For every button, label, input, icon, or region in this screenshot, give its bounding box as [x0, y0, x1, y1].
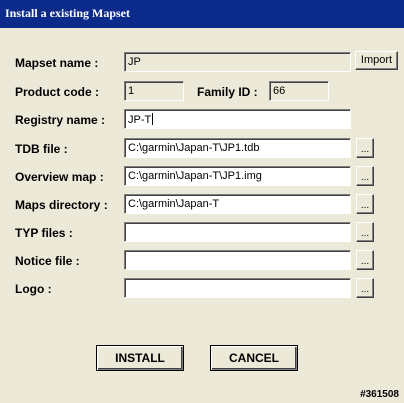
import-button[interactable]: Import — [355, 51, 398, 70]
product-code-field[interactable]: 1 — [124, 81, 184, 101]
overview-map-field[interactable]: C:\garmin\Japan-T\JP1.img — [124, 166, 351, 186]
tdb-file-field[interactable]: C:\garmin\Japan-T\JP1.tdb — [124, 138, 351, 158]
registry-name-value: JP-T — [128, 114, 152, 126]
maps-directory-browse-button[interactable]: ... — [356, 194, 374, 214]
mapset-name-label: Mapset name : — [15, 56, 99, 70]
product-code-label: Product code : — [15, 85, 100, 99]
text-caret — [152, 113, 154, 125]
overview-map-label: Overview map : — [15, 170, 104, 184]
typ-files-field[interactable] — [124, 222, 351, 242]
notice-file-field[interactable] — [124, 250, 351, 270]
typ-files-label: TYP files : — [15, 226, 73, 240]
mapset-name-field[interactable]: JP — [124, 52, 351, 72]
registry-name-label: Registry name : — [15, 113, 106, 127]
registry-name-field[interactable]: JP-T — [124, 109, 351, 129]
overview-map-browse-button[interactable]: ... — [356, 166, 374, 186]
maps-directory-label: Maps directory : — [15, 198, 108, 212]
cancel-button[interactable]: CANCEL — [210, 345, 298, 371]
title-bar[interactable]: Install a existing Mapset — [0, 0, 404, 28]
notice-file-browse-button[interactable]: ... — [356, 250, 374, 270]
family-id-label: Family ID : — [197, 85, 258, 99]
logo-field[interactable] — [124, 278, 351, 298]
logo-label: Logo : — [15, 282, 52, 296]
tdb-file-browse-button[interactable]: ... — [356, 138, 374, 158]
family-id-field[interactable]: 66 — [269, 81, 329, 101]
logo-browse-button[interactable]: ... — [356, 278, 374, 298]
maps-directory-field[interactable]: C:\garmin\Japan-T — [124, 194, 351, 214]
install-button[interactable]: INSTALL — [96, 345, 184, 371]
notice-file-label: Notice file : — [15, 254, 80, 268]
tdb-file-label: TDB file : — [15, 142, 68, 156]
watermark-id: #361508 — [360, 389, 399, 400]
window-title: Install a existing Mapset — [5, 6, 131, 20]
install-mapset-dialog: Install a existing Mapset Mapset name : … — [0, 0, 404, 403]
typ-files-browse-button[interactable]: ... — [356, 222, 374, 242]
